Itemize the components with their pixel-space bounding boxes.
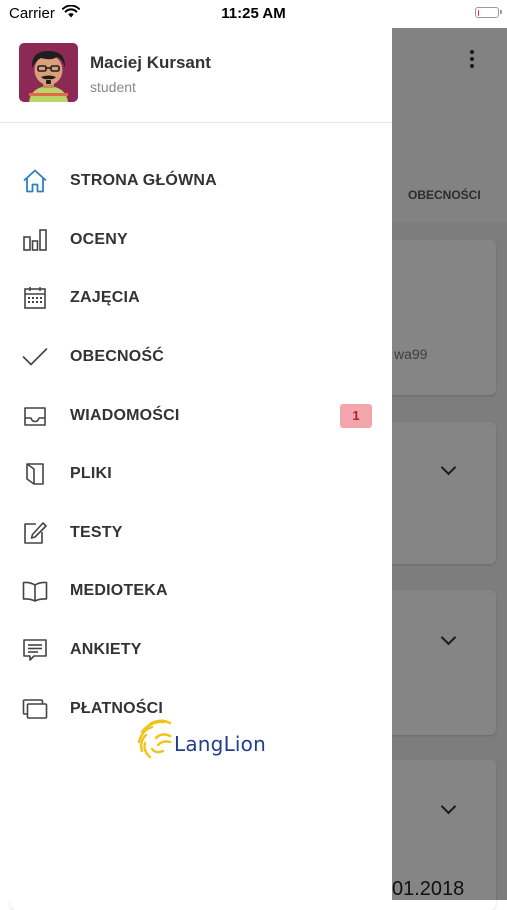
message-icon <box>23 639 47 661</box>
menu-label: OBECNOŚĆ <box>70 348 165 366</box>
book-icon <box>22 582 48 603</box>
user-name: Maciej Kursant <box>90 53 211 72</box>
menu-item-obecnosc[interactable]: OBECNOŚĆ <box>0 328 392 387</box>
menu-item-zajecia[interactable]: ZAJĘCIA <box>0 269 392 328</box>
menu-label: PŁATNOŚCI <box>70 699 164 717</box>
file-icon <box>26 463 44 486</box>
user-role: student <box>90 79 136 95</box>
menu-item-strona-glowna[interactable]: STRONA GŁÓWNA <box>0 152 392 211</box>
menu-item-testy[interactable]: TESTY <box>0 504 392 563</box>
inbox-icon <box>24 406 46 426</box>
avatar-image <box>19 43 78 102</box>
user-profile[interactable]: Maciej Kursant student <box>0 26 392 123</box>
clock: 11:25 AM <box>221 5 286 22</box>
menu-label: ZAJĘCIA <box>70 289 140 307</box>
menu-label: ANKIETY <box>70 641 142 659</box>
navigation-drawer: Maciej Kursant student STRONA GŁÓWNA OCE… <box>0 26 392 900</box>
checkmark-icon <box>22 348 48 366</box>
menu-label: WIADOMOŚCI <box>70 406 180 424</box>
avatar <box>19 43 78 102</box>
home-icon <box>23 169 47 193</box>
battery-icon <box>475 7 502 18</box>
menu-item-ankiety[interactable]: ANKIETY <box>0 621 392 680</box>
logo-text: LangLion <box>174 732 266 756</box>
calendar-icon <box>24 287 46 310</box>
edit-icon <box>24 522 47 544</box>
bar-chart-icon <box>23 229 47 251</box>
menu-label: MEDIOTEKA <box>70 582 168 600</box>
menu-item-oceny[interactable]: OCENY <box>0 211 392 270</box>
cards-icon <box>22 698 48 719</box>
menu-label: OCENY <box>70 230 128 248</box>
drawer-menu: STRONA GŁÓWNA OCENY ZAJĘCIA OBECNOŚĆ WIA… <box>0 152 392 738</box>
menu-label: PLIKI <box>70 465 112 483</box>
langlion-logo: LangLion <box>136 718 266 762</box>
unread-count-badge: 1 <box>340 403 372 428</box>
menu-item-pliki[interactable]: PLIKI <box>0 445 392 504</box>
menu-item-medioteka[interactable]: MEDIOTEKA <box>0 562 392 621</box>
menu-item-wiadomosci[interactable]: WIADOMOŚCI 1 <box>0 386 392 445</box>
menu-label: STRONA GŁÓWNA <box>70 172 217 190</box>
menu-label: TESTY <box>70 523 123 541</box>
status-bar: Carrier 11:25 AM <box>0 0 507 28</box>
